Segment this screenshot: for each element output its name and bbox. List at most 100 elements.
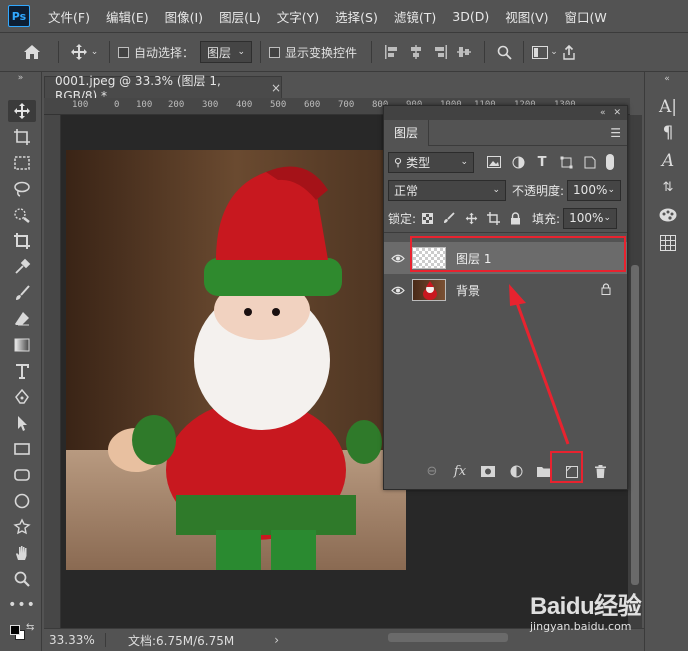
move-tool[interactable] xyxy=(8,100,36,122)
rectangle-tool[interactable] xyxy=(8,438,36,460)
filter-pixel-icon[interactable] xyxy=(482,156,506,168)
menu-layer[interactable]: 图层(L) xyxy=(211,7,269,26)
menu-file[interactable]: 文件(F) xyxy=(40,7,98,26)
home-icon[interactable] xyxy=(14,44,50,60)
filter-kind-dropdown[interactable]: ⚲ 类型 ⌄ xyxy=(388,151,474,173)
lock-brush-icon[interactable] xyxy=(438,212,460,224)
auto-select-checkbox[interactable] xyxy=(118,46,129,58)
puzzle-icon xyxy=(13,518,31,535)
close-panel-icon[interactable]: ✕ xyxy=(613,108,621,118)
tab-layers[interactable]: 图层 xyxy=(384,119,430,146)
scrollbar-thumb[interactable] xyxy=(631,265,639,585)
blend-mode-dropdown[interactable]: 正常 ⌄ xyxy=(388,179,506,201)
vertical-scrollbar[interactable] xyxy=(628,115,642,628)
more-tools-button[interactable]: ••• xyxy=(8,594,36,616)
layer-row-background[interactable]: 背景 xyxy=(384,274,627,306)
lock-artboard-icon[interactable] xyxy=(482,211,504,225)
menu-view[interactable]: 视图(V) xyxy=(497,7,556,26)
ruler-label: 100 xyxy=(136,100,153,110)
opacity-field[interactable]: 100% ⌄ xyxy=(567,179,622,201)
search-icon[interactable] xyxy=(493,45,515,60)
artboard-tool[interactable] xyxy=(8,126,36,148)
swatches-palette-icon[interactable] xyxy=(657,204,679,226)
grid-panel-icon[interactable] xyxy=(657,232,679,254)
foreground-color-swatch[interactable] xyxy=(10,625,20,635)
link-layers-icon[interactable]: ⊖ xyxy=(423,463,441,481)
paragraph-panel-icon[interactable]: ¶ xyxy=(657,122,679,144)
align-right-icon[interactable] xyxy=(428,45,452,59)
character-panel-icon[interactable]: A| xyxy=(657,96,679,118)
fill-field[interactable]: 100% ⌄ xyxy=(563,207,618,229)
add-layer-style-icon[interactable]: fx xyxy=(451,463,469,481)
panel-menu-icon[interactable]: ☰ xyxy=(610,126,621,140)
new-adjustment-layer-icon[interactable] xyxy=(507,463,525,481)
auto-select-target-dropdown[interactable]: 图层 ⌄ xyxy=(200,41,253,63)
lock-move-icon[interactable] xyxy=(460,212,482,225)
ellipsis-icon: ••• xyxy=(8,597,36,613)
vertical-ruler[interactable] xyxy=(44,115,61,628)
workspace-icon[interactable]: ⌄ xyxy=(532,45,558,59)
type-tool[interactable] xyxy=(8,360,36,382)
visibility-eye-icon[interactable] xyxy=(384,254,412,263)
marquee-tool[interactable] xyxy=(8,152,36,174)
eyedropper-tool[interactable] xyxy=(8,256,36,278)
hand-tool[interactable] xyxy=(8,542,36,564)
zoom-level[interactable]: 33.33% xyxy=(44,633,106,647)
menu-type[interactable]: 文字(Y) xyxy=(269,7,327,26)
menu-image[interactable]: 图像(I) xyxy=(157,7,211,26)
show-transform-checkbox[interactable] xyxy=(269,46,281,58)
close-tab-icon[interactable]: × xyxy=(271,81,281,95)
menu-window[interactable]: 窗口(W xyxy=(557,7,615,26)
crop-tool[interactable] xyxy=(8,230,36,252)
pen-tool[interactable] xyxy=(8,386,36,408)
auto-select-target-value: 图层 xyxy=(207,45,232,60)
menu-filter[interactable]: 滤镜(T) xyxy=(386,7,444,26)
filter-type-icon[interactable]: T xyxy=(530,155,554,170)
add-mask-icon[interactable] xyxy=(479,463,497,481)
document-tab[interactable]: 0001.jpeg @ 33.3% (图层 1, RGB/8) * × xyxy=(44,74,282,103)
gradient-tool[interactable] xyxy=(8,334,36,356)
panel-collapse-icon[interactable]: « xyxy=(645,74,688,84)
lock-transparent-icon[interactable] xyxy=(416,212,438,224)
zoom-tool[interactable] xyxy=(8,568,36,590)
ellipse-tool[interactable] xyxy=(8,490,36,512)
rounded-rect-tool[interactable] xyxy=(8,464,36,486)
align-top-icon[interactable] xyxy=(452,45,476,59)
lock-label: 锁定: xyxy=(388,211,417,226)
pen-icon xyxy=(15,388,29,404)
quick-select-icon xyxy=(14,208,30,223)
path-select-tool[interactable] xyxy=(8,412,36,434)
menu-edit[interactable]: 编辑(E) xyxy=(98,7,157,26)
panel-collapse-icon[interactable]: » xyxy=(0,72,41,86)
eyedropper-icon xyxy=(15,258,31,274)
zoom-icon xyxy=(14,571,30,587)
share-icon[interactable] xyxy=(558,44,580,60)
visibility-eye-icon[interactable] xyxy=(384,286,412,295)
align-left-icon[interactable] xyxy=(380,45,404,59)
lasso-icon xyxy=(14,181,30,197)
quick-select-tool[interactable] xyxy=(8,204,36,226)
align-center-icon[interactable] xyxy=(404,45,428,59)
eraser-tool[interactable] xyxy=(8,308,36,330)
filter-toggle-switch[interactable] xyxy=(606,154,614,170)
glyphs-panel-icon[interactable]: A xyxy=(657,150,679,172)
properties-panel-icon[interactable]: ⇅ xyxy=(657,176,679,198)
filter-adjustment-icon[interactable] xyxy=(506,156,530,169)
ruler-label: 700 xyxy=(338,100,355,110)
auto-select-label: 自动选择： xyxy=(134,45,195,60)
delete-layer-trash-icon[interactable] xyxy=(591,463,609,481)
lasso-tool[interactable] xyxy=(8,178,36,200)
filter-smart-object-icon[interactable] xyxy=(578,156,602,169)
brush-tool[interactable] xyxy=(8,282,36,304)
status-menu-arrow-icon[interactable]: › xyxy=(274,633,279,647)
color-swatches[interactable]: ⇆ xyxy=(8,622,36,644)
right-panel-dock: « A| ¶ A ⇅ xyxy=(644,72,688,651)
custom-shape-tool[interactable] xyxy=(8,516,36,538)
filter-shape-icon[interactable] xyxy=(554,156,578,169)
move-tool-preset-icon[interactable]: ⌄ xyxy=(67,43,101,61)
menu-select[interactable]: 选择(S) xyxy=(327,7,386,26)
lock-all-icon[interactable] xyxy=(504,211,526,225)
menu-3d[interactable]: 3D(D) xyxy=(444,9,497,24)
panel-collapse-icon[interactable]: « xyxy=(600,108,606,118)
horizontal-scrollbar-thumb[interactable] xyxy=(388,633,508,642)
